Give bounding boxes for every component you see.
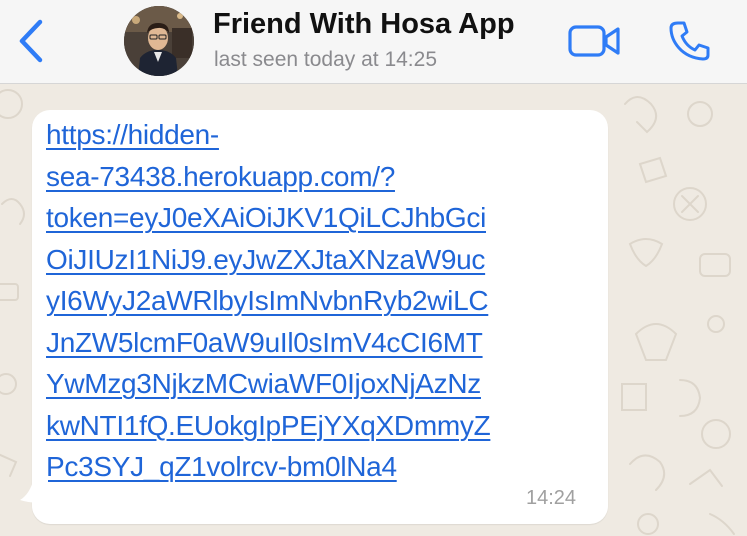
message-link-line[interactable]: Pc3SYJ_qZ1volrcv-bm0lNa4 — [46, 446, 591, 488]
message-link-line[interactable]: https://hidden- — [46, 114, 591, 156]
message-link-line[interactable]: kwNTI1fQ.EUokgIpPEjYXqXDmmyZ — [46, 405, 591, 447]
message-timestamp: 14:24 — [526, 487, 577, 509]
voice-call-button[interactable] — [668, 20, 712, 62]
contact-name[interactable]: Friend With Hosa App — [213, 8, 515, 41]
avatar-photo — [124, 6, 194, 76]
avatar[interactable] — [124, 6, 194, 76]
message-link-line[interactable]: yI6WyJ2aWRlbyIsImNvbnRyb2wiLC — [46, 280, 591, 322]
phone-icon — [669, 21, 710, 61]
message-link-line[interactable]: sea-73438.herokuapp.com/? — [46, 156, 591, 198]
chevron-left-icon — [19, 19, 43, 63]
last-seen-status: last seen today at 14:25 — [214, 48, 437, 71]
video-call-button[interactable] — [568, 24, 622, 58]
bubble-tail — [20, 478, 48, 503]
back-button[interactable] — [12, 16, 52, 66]
message-bubble[interactable]: https://hidden- sea-73438.herokuapp.com/… — [32, 110, 608, 524]
message-link-line[interactable]: OiJIUzI1NiJ9.eyJwZXJtaXNzaW9uc — [46, 239, 591, 281]
message-link-line[interactable]: JnZW5lcmF0aW9uIl0sImV4cCI6MT — [46, 322, 591, 364]
message-link[interactable]: https://hidden- sea-73438.herokuapp.com/… — [46, 114, 591, 488]
video-camera-icon — [568, 25, 620, 57]
message-link-line[interactable]: YwMzg3NjkzMCwiaWF0IjoxNjAzNz — [46, 363, 591, 405]
chat-area[interactable]: https://hidden- sea-73438.herokuapp.com/… — [0, 84, 747, 536]
chat-header: Friend With Hosa App last seen today at … — [0, 0, 747, 84]
message-link-line[interactable]: token=eyJ0eXAiOiJKV1QiLCJhbGci — [46, 197, 591, 239]
